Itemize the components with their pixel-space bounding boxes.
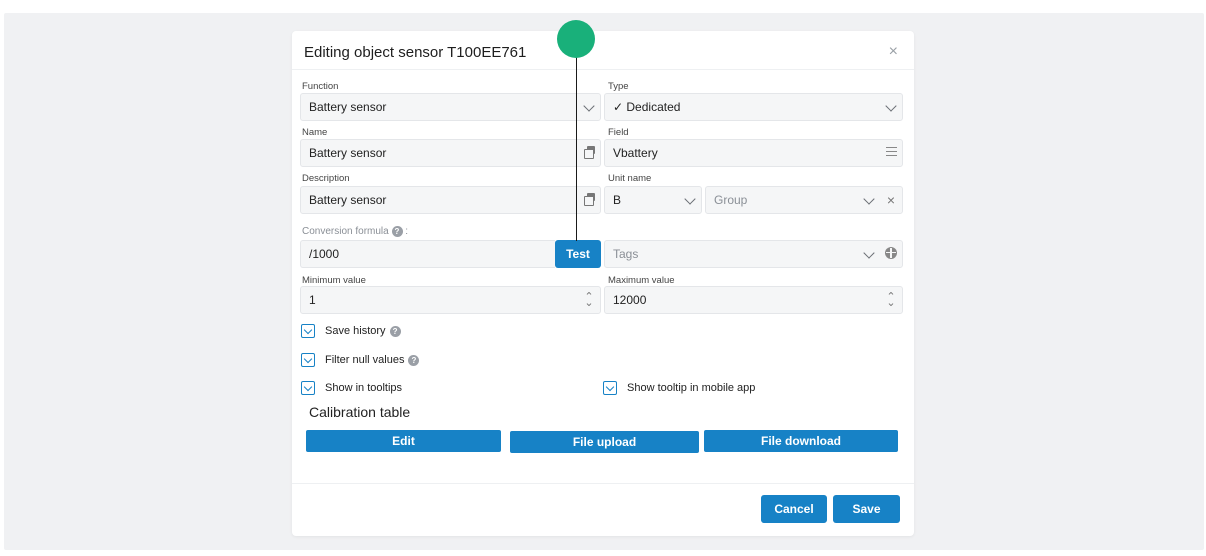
unit-name-label: Unit name bbox=[608, 173, 652, 184]
chevron-down-icon bbox=[679, 193, 701, 206]
function-select[interactable]: Battery sensor bbox=[300, 93, 601, 121]
clear-icon[interactable]: × bbox=[880, 192, 902, 208]
click-marker bbox=[557, 20, 595, 58]
filter-null-label: Filter null values bbox=[325, 354, 405, 366]
chevron-down-icon bbox=[858, 247, 880, 260]
chevron-down-icon bbox=[880, 100, 902, 113]
name-value: Battery sensor bbox=[309, 146, 387, 160]
cancel-button[interactable]: Cancel bbox=[761, 495, 827, 523]
help-icon[interactable]: ? bbox=[391, 226, 403, 237]
calibration-edit-button[interactable]: Edit bbox=[306, 430, 501, 452]
stepper-icon[interactable]: ⌃ ⌄ bbox=[578, 292, 600, 309]
type-value: ✓ Dedicated bbox=[613, 100, 681, 114]
field-label: Field bbox=[608, 127, 629, 138]
show-in-tooltips-row: Show in tooltips bbox=[301, 381, 402, 395]
group-placeholder: Group bbox=[714, 193, 748, 207]
copy-icon[interactable] bbox=[578, 193, 600, 207]
filter-null-row: Filter null values ? bbox=[301, 353, 420, 367]
save-history-checkbox[interactable] bbox=[301, 324, 315, 338]
help-icon[interactable]: ? bbox=[389, 325, 401, 337]
show-in-tooltips-checkbox[interactable] bbox=[301, 381, 315, 395]
description-input[interactable]: Battery sensor bbox=[300, 186, 601, 214]
name-input[interactable]: Battery sensor bbox=[300, 139, 601, 167]
file-download-button[interactable]: File download bbox=[704, 430, 898, 452]
copy-icon[interactable] bbox=[578, 146, 600, 160]
header-divider bbox=[292, 69, 914, 70]
maximum-value-input[interactable]: 12000 ⌃ ⌄ bbox=[604, 286, 903, 314]
unit-name-value: B bbox=[613, 193, 622, 207]
save-history-row: Save history ? bbox=[301, 324, 401, 338]
test-formula-button[interactable]: Test bbox=[555, 240, 601, 268]
tags-select[interactable]: Tags bbox=[604, 240, 903, 268]
maximum-value: 12000 bbox=[613, 293, 647, 307]
globe-icon[interactable] bbox=[880, 246, 902, 262]
close-icon[interactable]: × bbox=[889, 43, 898, 61]
dialog-title: Editing object sensor T100EE761 bbox=[304, 44, 527, 61]
function-value: Battery sensor bbox=[309, 100, 387, 114]
type-select[interactable]: ✓ Dedicated bbox=[604, 93, 903, 121]
conversion-formula-input[interactable]: /1000 bbox=[300, 240, 555, 268]
minimum-value-label: Minimum value bbox=[302, 275, 366, 286]
help-icon[interactable]: ? bbox=[408, 354, 420, 366]
save-history-label: Save history bbox=[325, 325, 386, 337]
chevron-down-icon bbox=[858, 193, 880, 206]
group-select[interactable]: Group × bbox=[705, 186, 903, 214]
show-tooltip-mobile-row: Show tooltip in mobile app bbox=[603, 381, 755, 395]
file-upload-button[interactable]: File upload bbox=[510, 431, 699, 453]
name-label: Name bbox=[302, 127, 328, 138]
conversion-formula-suffix: : bbox=[402, 226, 409, 238]
filter-null-checkbox[interactable] bbox=[301, 353, 315, 367]
show-tooltip-mobile-checkbox[interactable] bbox=[603, 381, 617, 395]
field-value: Vbattery bbox=[613, 146, 658, 160]
function-label: Function bbox=[302, 81, 339, 92]
description-label: Description bbox=[302, 173, 350, 184]
footer-divider bbox=[292, 483, 914, 484]
show-tooltip-mobile-label: Show tooltip in mobile app bbox=[627, 382, 756, 394]
minimum-value: 1 bbox=[309, 293, 316, 307]
description-value: Battery sensor bbox=[309, 193, 387, 207]
maximum-value-label: Maximum value bbox=[608, 275, 675, 286]
type-label: Type bbox=[608, 81, 629, 92]
chevron-down-icon bbox=[578, 100, 600, 113]
list-icon[interactable] bbox=[880, 147, 902, 159]
conversion-formula-value: /1000 bbox=[309, 247, 340, 261]
tags-placeholder: Tags bbox=[613, 247, 639, 261]
conversion-formula-text: Conversion formula bbox=[302, 226, 389, 238]
edit-sensor-dialog: Editing object sensor T100EE761 × Functi… bbox=[292, 31, 914, 536]
save-button[interactable]: Save bbox=[833, 495, 900, 523]
unit-name-select[interactable]: B bbox=[604, 186, 702, 214]
conversion-formula-label: Conversion formula ? : bbox=[302, 226, 408, 237]
stepper-icon[interactable]: ⌃ ⌄ bbox=[880, 292, 902, 309]
show-in-tooltips-label: Show in tooltips bbox=[325, 382, 403, 394]
field-input[interactable]: Vbattery bbox=[604, 139, 903, 167]
calibration-table-title: Calibration table bbox=[309, 404, 411, 420]
pointer-line bbox=[576, 57, 578, 241]
minimum-value-input[interactable]: 1 ⌃ ⌄ bbox=[300, 286, 601, 314]
